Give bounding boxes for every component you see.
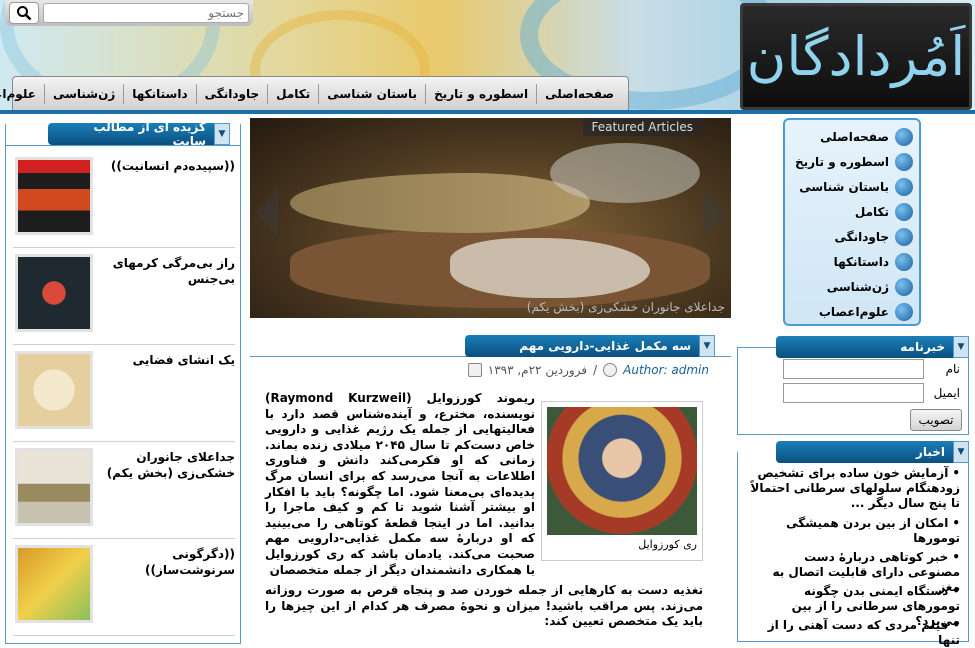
newsletter-title-text: خبرنامه [900, 340, 945, 354]
newsletter-box: نام ایمیل تصویب [737, 347, 969, 435]
spiral-icon [895, 202, 913, 221]
nav-item-neuroscience[interactable]: علوم‌اعصاب [0, 84, 44, 104]
side-menu-label: ژن‌شناسی [826, 279, 889, 294]
news-item[interactable]: آزمایش خون ساده برای تشخیص زودهنگام سلول… [750, 466, 960, 511]
newsletter-email-row: ایمیل [783, 383, 960, 403]
nav-item-stories[interactable]: داستانکها [123, 84, 195, 104]
symbol-icon [895, 152, 913, 171]
article-title[interactable]: سه مکمل غذایی-دارویی مهم ▼ [465, 335, 715, 357]
email-field[interactable] [783, 383, 924, 403]
list-item-title[interactable]: راز بی‌مرگی کرمهای بی‌جنس [105, 255, 235, 287]
news-item[interactable]: فیلم مردی که دست آهنی را از تنها [750, 618, 960, 648]
news-item[interactable]: امکان از بین بردن همیشگی تومورها [750, 516, 960, 546]
news-section-title: اخبار ▼ [776, 441, 969, 463]
side-menu-item-myth-history[interactable]: اسطوره و تاریخ [791, 149, 913, 174]
nav-item-genetics[interactable]: ژن‌شناسی [43, 84, 123, 104]
nav-item-immortality[interactable]: جاودانگی [195, 84, 268, 104]
side-menu-label: صفحه‌اصلی [820, 129, 889, 144]
article-body: ریموند کورزوایل (Raymond Kurzweil) نویسن… [265, 391, 535, 577]
featured-articles-badge: Featured Articles [583, 118, 701, 136]
thumbnail-time-cover[interactable] [15, 157, 93, 235]
article-author[interactable]: Author: admin [623, 363, 709, 377]
head-icon [895, 302, 913, 321]
email-label: ایمیل [933, 386, 960, 400]
article-photo: ری کورزوایل [541, 401, 703, 561]
main-nav: صفحه‌اصلی اسطوره و تاریخ باستان شناسی تک… [0, 76, 629, 112]
lotus-icon [895, 227, 913, 246]
side-menu-label: جاودانگی [834, 229, 889, 244]
side-menu-item-immortality[interactable]: جاودانگی [791, 224, 913, 249]
subscribe-button[interactable]: تصویب [910, 409, 962, 431]
search-bar [5, 0, 253, 26]
site-header: اَمُردادگان صفحه‌اصلی اسطوره و تاریخ باس… [0, 0, 975, 112]
site-logo[interactable]: اَمُردادگان [740, 3, 972, 110]
thumbnail-vitruvian[interactable] [15, 351, 93, 429]
jar-icon [895, 177, 913, 196]
chevron-down-icon: ▼ [953, 336, 969, 358]
list-item[interactable]: یک انشای فضایی [13, 346, 235, 442]
nav-item-evolution[interactable]: تکامل [267, 84, 318, 104]
photo-caption: ری کورزوایل [638, 538, 697, 551]
list-item[interactable]: ((دگرگونی سرنوشت‌ساز)) [13, 540, 235, 636]
slider-prev-button[interactable] [256, 188, 278, 238]
news-title-text: اخبار [915, 445, 945, 459]
side-menu-item-genetics[interactable]: ژن‌شناسی [791, 274, 913, 299]
side-menu-item-stories[interactable]: داستانکها [791, 249, 913, 274]
list-item-title[interactable]: ((سپیده‌دم انسانیت)) [105, 158, 235, 174]
nav-item-archaeology[interactable]: باستان شناسی [318, 84, 425, 104]
article-image [547, 407, 697, 535]
side-menu-label: تکامل [854, 204, 889, 219]
meta-separator: / [593, 363, 598, 377]
chevron-down-icon: ▼ [699, 335, 715, 357]
side-menu-label: علوم‌اعصاب [818, 304, 889, 319]
dna-icon [895, 277, 913, 296]
newsletter-section-title: خبرنامه ▼ [776, 336, 969, 358]
user-icon [603, 363, 618, 377]
side-menu-item-home[interactable]: صفحه‌اصلی [791, 124, 913, 149]
side-menu-item-neuroscience[interactable]: علوم‌اعصاب [791, 299, 913, 324]
chevron-down-icon: ▼ [953, 441, 969, 463]
news-box: آزمایش خون ساده برای تشخیص زودهنگام سلول… [737, 452, 969, 647]
article-date: فروردین ۲۲م, ۱۳۹۳ [487, 363, 588, 377]
name-label: نام [945, 362, 960, 376]
calendar-icon [467, 363, 482, 377]
thumbnail-fossil[interactable] [15, 448, 93, 526]
header-divider [0, 110, 975, 114]
search-input[interactable] [43, 3, 249, 23]
nav-item-myth-history[interactable]: اسطوره و تاریخ [425, 84, 536, 104]
side-menu: صفحه‌اصلی اسطوره و تاریخ باستان شناسی تک… [783, 118, 921, 326]
quill-icon [895, 252, 913, 271]
side-menu-item-archaeology[interactable]: باستان شناسی [791, 174, 913, 199]
search-button[interactable] [9, 2, 39, 24]
list-item-title[interactable]: ((دگرگونی سرنوشت‌ساز)) [105, 546, 235, 578]
name-field[interactable] [783, 359, 924, 379]
thumbnail-map[interactable] [15, 545, 93, 623]
list-item-title[interactable]: جداعلای جانوران خشکی‌زی (بخش یکم) [105, 449, 235, 481]
list-item[interactable]: جداعلای جانوران خشکی‌زی (بخش یکم) [13, 443, 235, 539]
featured-slider[interactable]: Featured Articles جداعلای جانوران خشکی‌ز… [250, 118, 731, 318]
list-item-title[interactable]: یک انشای فضایی [105, 352, 235, 368]
article-body-continued: تغذیه دست به کارهایی از جمله خوردن صد و … [265, 583, 703, 629]
article-title-text[interactable]: سه مکمل غذایی-دارویی مهم [519, 339, 691, 353]
list-item[interactable]: راز بی‌مرگی کرمهای بی‌جنس [13, 249, 235, 345]
slider-image [550, 143, 700, 203]
side-menu-item-evolution[interactable]: تکامل [791, 199, 913, 224]
side-menu-label: اسطوره و تاریخ [794, 154, 889, 169]
thumbnail-worm[interactable] [15, 254, 93, 332]
side-menu-label: داستانکها [833, 254, 889, 269]
article-meta: فروردین ۲۲م, ۱۳۹۳ / Author: admin [467, 363, 709, 377]
slider-image [290, 173, 590, 233]
side-menu-label: باستان شناسی [799, 179, 889, 194]
slider-next-button[interactable] [703, 188, 725, 238]
search-icon [17, 6, 32, 21]
brain-icon [895, 127, 913, 146]
nav-item-home[interactable]: صفحه‌اصلی [536, 84, 622, 104]
logo-text: اَمُردادگان [746, 25, 966, 88]
featured-list: ((سپیده‌دم انسانیت)) راز بی‌مرگی کرمهای … [5, 124, 241, 644]
newsletter-name-row: نام [783, 359, 960, 379]
list-item[interactable]: ((سپیده‌دم انسانیت)) [13, 152, 235, 248]
slider-caption[interactable]: جداعلای جانوران خشکی‌زی (بخش یکم) [527, 300, 725, 314]
